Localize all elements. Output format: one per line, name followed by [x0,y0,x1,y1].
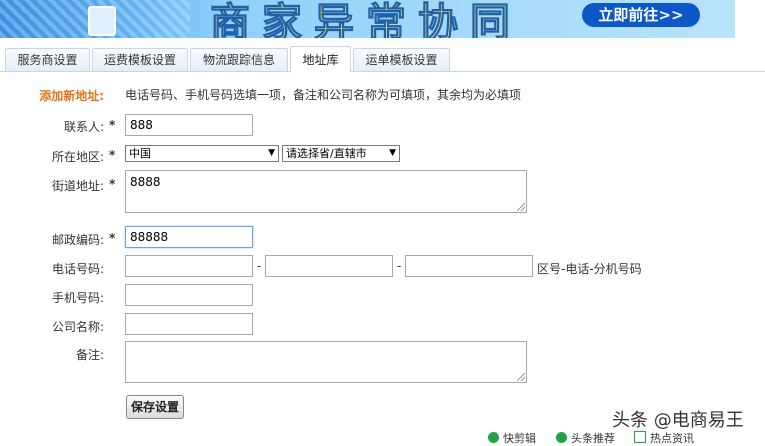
save-button[interactable]: 保存设置 [126,395,184,419]
street-textarea[interactable]: 8888 [125,170,527,213]
tab-waybill-template[interactable]: 运单模板设置 [353,48,450,71]
tab-address-book[interactable]: 地址库 [290,46,351,72]
contact-input[interactable]: 888 [125,114,253,136]
mobile-label: 手机号码: [51,291,104,305]
dropdown-arrow-icon: ▼ [389,148,396,158]
street-label: 街道地址: [51,179,104,193]
remark-textarea[interactable] [125,341,527,383]
postcode-input[interactable]: 88888 [125,226,253,248]
bottom-toolbar: 快剪辑 头条推荐 热点资讯 [480,428,765,445]
phone-label: 电话号码: [51,262,104,276]
province-select[interactable]: 请选择省/直辖市 ▼ [282,145,400,162]
phone-format-hint: 区号-电话-分机号码 [537,262,642,276]
form-hint: 电话号码、手机号码选填一项，备注和公司名称为可填项，其余均为必填项 [125,88,522,102]
banner-slogan: 商家异常协同 [210,0,522,38]
required-mark: * [109,231,116,245]
country-select[interactable]: 中国 ▼ [125,145,279,162]
phone-area-code-input[interactable] [125,255,253,277]
dropdown-arrow-icon: ▼ [268,148,275,158]
province-select-value: 请选择省/直辖市 [286,147,367,160]
bottom-item-quick-edit[interactable]: 快剪辑 [488,430,536,446]
region-label: 所在地区: [51,150,104,164]
promo-banner[interactable]: 商家异常协同 立即前往>> [0,0,735,38]
street-value: 8888 [130,175,161,189]
remark-label: 备注: [75,348,104,362]
resize-grip-icon[interactable] [517,373,525,381]
play-icon [556,432,567,443]
required-mark: * [109,177,116,191]
tab-service-provider[interactable]: 服务商设置 [5,48,90,71]
banner-cta-button[interactable]: 立即前往>> [582,3,700,27]
phone-separator: - [257,259,262,273]
bottom-item-recommend[interactable]: 头条推荐 [556,430,615,446]
settings-tabs: 服务商设置 运费模板设置 物流跟踪信息 地址库 运单模板设置 [0,45,765,72]
bottom-item-hot-news[interactable]: 热点资讯 [634,430,694,446]
phone-number-input[interactable] [265,255,393,277]
mobile-input[interactable] [125,284,253,306]
resize-grip-icon[interactable] [517,203,525,211]
tab-freight-template[interactable]: 运费模板设置 [92,48,188,71]
tab-logistics-tracking[interactable]: 物流跟踪信息 [190,48,288,71]
company-label: 公司名称: [51,320,104,334]
phone-separator: - [397,259,402,273]
news-icon [634,431,646,443]
required-mark: * [109,148,116,162]
phone-extension-input[interactable] [405,255,533,277]
phone-illustration-icon [88,6,116,36]
postcode-label: 邮政编码: [51,233,104,247]
section-label: 添加新地址: [39,89,104,103]
required-mark: * [109,118,116,132]
play-icon [488,432,499,443]
company-input[interactable] [125,313,253,335]
contact-label: 联系人: [63,120,104,134]
country-select-value: 中国 [129,147,151,160]
